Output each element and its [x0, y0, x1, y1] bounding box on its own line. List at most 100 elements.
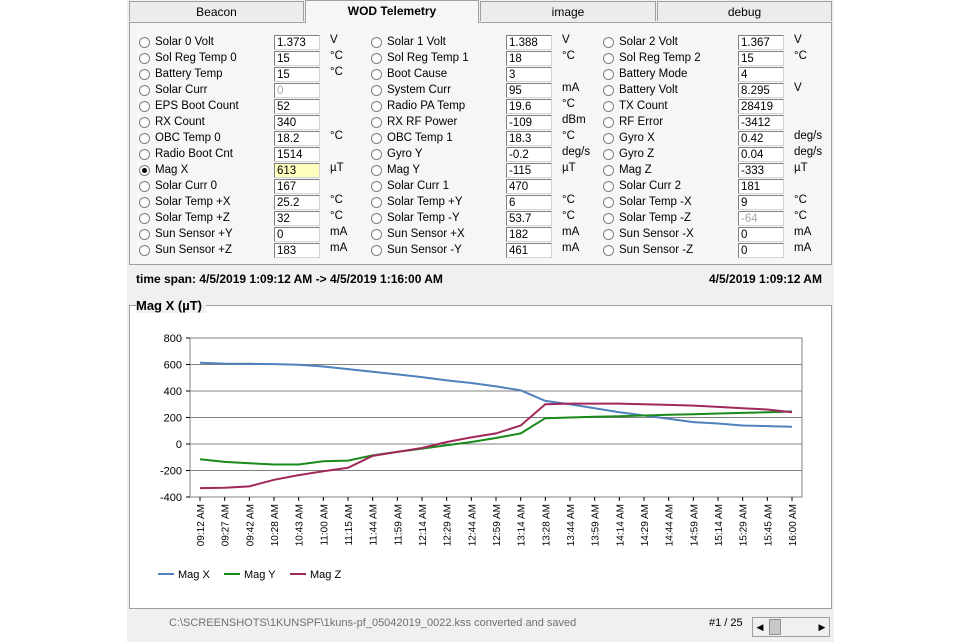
- value-solar-temp-y: 53.7: [506, 211, 552, 226]
- label-sun-sensor-y[interactable]: Sun Sensor +Y: [155, 227, 233, 242]
- label-rf-error[interactable]: RF Error: [619, 115, 663, 130]
- label-solar-curr[interactable]: Solar Curr: [155, 83, 207, 98]
- radio-sun-sensor-x[interactable]: [371, 229, 382, 240]
- label-system-curr[interactable]: System Curr: [387, 83, 451, 98]
- tab-beacon[interactable]: Beacon: [129, 1, 304, 21]
- label-mag-x[interactable]: Mag X: [155, 163, 188, 178]
- radio-solar-curr-1[interactable]: [371, 181, 382, 192]
- label-solar-temp-z[interactable]: Solar Temp -Z: [619, 211, 691, 226]
- label-battery-volt[interactable]: Battery Volt: [619, 83, 678, 98]
- radio-solar-temp-y[interactable]: [371, 213, 382, 224]
- label-radio-pa-temp[interactable]: Radio PA Temp: [387, 99, 465, 114]
- radio-solar-curr-2[interactable]: [603, 181, 614, 192]
- radio-obc-temp-1[interactable]: [371, 133, 382, 144]
- x-tick-label: 15:45 AM: [763, 504, 774, 546]
- label-rx-count[interactable]: RX Count: [155, 115, 205, 130]
- radio-sun-sensor-z[interactable]: [139, 245, 150, 256]
- radio-sol-reg-temp-0[interactable]: [139, 53, 150, 64]
- label-sol-reg-temp-2[interactable]: Sol Reg Temp 2: [619, 51, 701, 66]
- tab-wod-telemetry[interactable]: WOD Telemetry: [305, 0, 479, 23]
- radio-solar-temp-x[interactable]: [139, 197, 150, 208]
- radio-gyro-y[interactable]: [371, 149, 382, 160]
- label-solar-0-volt[interactable]: Solar 0 Volt: [155, 35, 214, 50]
- label-solar-temp-x[interactable]: Solar Temp -X: [619, 195, 692, 210]
- label-sun-sensor-x[interactable]: Sun Sensor +X: [387, 227, 465, 242]
- radio-radio-boot-cnt[interactable]: [139, 149, 150, 160]
- label-solar-2-volt[interactable]: Solar 2 Volt: [619, 35, 678, 50]
- radio-mag-x[interactable]: [139, 165, 150, 176]
- radio-gyro-z[interactable]: [603, 149, 614, 160]
- radio-rf-error[interactable]: [603, 117, 614, 128]
- radio-sun-sensor-x[interactable]: [603, 229, 614, 240]
- radio-rx-rf-power[interactable]: [371, 117, 382, 128]
- radio-system-curr[interactable]: [371, 85, 382, 96]
- x-tick-label: 14:59 AM: [689, 504, 700, 546]
- radio-mag-y[interactable]: [371, 165, 382, 176]
- value-sun-sensor-z: 0: [738, 243, 784, 258]
- radio-radio-pa-temp[interactable]: [371, 101, 382, 112]
- label-solar-temp-y[interactable]: Solar Temp -Y: [387, 211, 460, 226]
- label-gyro-y[interactable]: Gyro Y: [387, 147, 423, 162]
- radio-solar-temp-z[interactable]: [139, 213, 150, 224]
- label-boot-cause[interactable]: Boot Cause: [387, 67, 447, 82]
- radio-battery-temp[interactable]: [139, 69, 150, 80]
- scroll-left-icon[interactable]: ◀: [753, 618, 767, 636]
- radio-sol-reg-temp-2[interactable]: [603, 53, 614, 64]
- value-mag-y: -115: [506, 163, 552, 178]
- radio-solar-temp-y[interactable]: [371, 197, 382, 208]
- label-tx-count[interactable]: TX Count: [619, 99, 668, 114]
- label-sol-reg-temp-1[interactable]: Sol Reg Temp 1: [387, 51, 469, 66]
- label-solar-temp-z[interactable]: Solar Temp +Z: [155, 211, 230, 226]
- telemetry-window: Beacon WOD Telemetry image debug Solar 0 Vo…: [127, 0, 834, 642]
- label-gyro-z[interactable]: Gyro Z: [619, 147, 654, 162]
- radio-eps-boot-count[interactable]: [139, 101, 150, 112]
- radio-sun-sensor-y[interactable]: [371, 245, 382, 256]
- label-battery-temp[interactable]: Battery Temp: [155, 67, 223, 82]
- radio-gyro-x[interactable]: [603, 133, 614, 144]
- label-solar-curr-2[interactable]: Solar Curr 2: [619, 179, 681, 194]
- radio-mag-z[interactable]: [603, 165, 614, 176]
- radio-solar-curr-0[interactable]: [139, 181, 150, 192]
- radio-solar-temp-z[interactable]: [603, 213, 614, 224]
- scroll-thumb[interactable]: [769, 619, 781, 635]
- label-mag-z[interactable]: Mag Z: [619, 163, 652, 178]
- label-battery-mode[interactable]: Battery Mode: [619, 67, 687, 82]
- label-sun-sensor-z[interactable]: Sun Sensor -Z: [619, 243, 693, 258]
- radio-solar-temp-x[interactable]: [603, 197, 614, 208]
- radio-rx-count[interactable]: [139, 117, 150, 128]
- radio-solar-2-volt[interactable]: [603, 37, 614, 48]
- label-obc-temp-0[interactable]: OBC Temp 0: [155, 131, 221, 146]
- label-sun-sensor-y[interactable]: Sun Sensor -Y: [387, 243, 462, 258]
- radio-obc-temp-0[interactable]: [139, 133, 150, 144]
- label-radio-boot-cnt[interactable]: Radio Boot Cnt: [155, 147, 233, 162]
- scroll-right-icon[interactable]: ▶: [815, 618, 829, 636]
- label-rx-rf-power[interactable]: RX RF Power: [387, 115, 457, 130]
- radio-sun-sensor-y[interactable]: [139, 229, 150, 240]
- radio-solar-1-volt[interactable]: [371, 37, 382, 48]
- radio-solar-0-volt[interactable]: [139, 37, 150, 48]
- label-eps-boot-count[interactable]: EPS Boot Count: [155, 99, 239, 114]
- radio-sun-sensor-z[interactable]: [603, 245, 614, 256]
- label-solar-temp-y[interactable]: Solar Temp +Y: [387, 195, 463, 210]
- label-solar-curr-1[interactable]: Solar Curr 1: [387, 179, 449, 194]
- radio-sol-reg-temp-1[interactable]: [371, 53, 382, 64]
- radio-tx-count[interactable]: [603, 101, 614, 112]
- label-sol-reg-temp-0[interactable]: Sol Reg Temp 0: [155, 51, 237, 66]
- radio-boot-cause[interactable]: [371, 69, 382, 80]
- record-scrollbar[interactable]: ◀ ▶: [752, 617, 830, 637]
- label-obc-temp-1[interactable]: OBC Temp 1: [387, 131, 453, 146]
- label-mag-y[interactable]: Mag Y: [387, 163, 420, 178]
- radio-battery-volt[interactable]: [603, 85, 614, 96]
- unit-sol-reg-temp-1: °C: [562, 50, 575, 62]
- radio-battery-mode[interactable]: [603, 69, 614, 80]
- unit-battery-volt: V: [794, 82, 802, 94]
- label-gyro-x[interactable]: Gyro X: [619, 131, 655, 146]
- label-solar-1-volt[interactable]: Solar 1 Volt: [387, 35, 446, 50]
- tab-image[interactable]: image: [480, 1, 656, 21]
- tab-debug[interactable]: debug: [657, 1, 832, 21]
- label-sun-sensor-x[interactable]: Sun Sensor -X: [619, 227, 694, 242]
- label-solar-temp-x[interactable]: Solar Temp +X: [155, 195, 231, 210]
- label-sun-sensor-z[interactable]: Sun Sensor +Z: [155, 243, 232, 258]
- label-solar-curr-0[interactable]: Solar Curr 0: [155, 179, 217, 194]
- radio-solar-curr[interactable]: [139, 85, 150, 96]
